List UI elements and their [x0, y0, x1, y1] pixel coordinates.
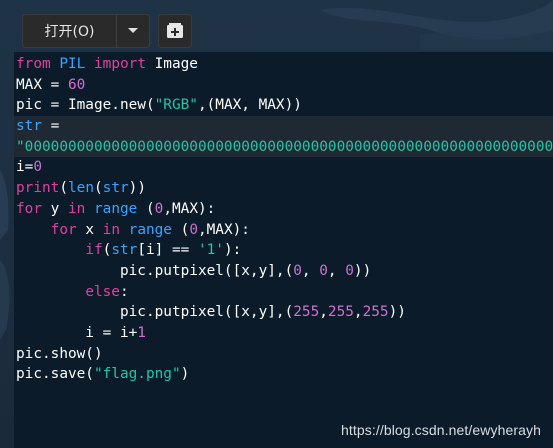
code-token: from — [16, 56, 51, 72]
app-window: 打开(O) from PIL import Image MAX = 60 pic =… — [0, 0, 553, 448]
code-line: for x in range (0,MAX): — [16, 220, 553, 241]
new-tab-plus-icon — [167, 23, 183, 38]
code-token: 60 — [67, 76, 86, 93]
code-token: 0 — [319, 262, 328, 279]
new-tab-button[interactable] — [158, 14, 192, 48]
code-token: ( — [171, 221, 190, 238]
code-token: ( — [94, 180, 103, 197]
code-line: pic.show() — [16, 344, 553, 365]
code-token: , — [353, 304, 363, 321]
code-line: from PIL import Image — [16, 54, 553, 75]
code-token: 0 — [33, 159, 42, 176]
code-token: , — [327, 262, 346, 279]
code-line: str = — [14, 116, 553, 137]
code-token: )) — [128, 180, 146, 197]
code-token: )) — [353, 262, 372, 279]
code-token: range — [128, 221, 172, 238]
code-token: = — [42, 118, 60, 135]
code-token: i = i+ — [16, 324, 138, 341]
code-token: else — [85, 283, 120, 300]
code-line: print(len(str)) — [16, 178, 553, 199]
code-token: MAX = — [16, 76, 68, 93]
code-token: 0 — [293, 262, 302, 279]
code-token: ) — [180, 366, 190, 383]
code-token: 0 — [189, 221, 198, 238]
code-token: ( — [137, 200, 155, 217]
code-token: pic.putpixel([x,y],( — [16, 262, 294, 279]
code-line: pic.putpixel([x,y],(0, 0, 0)) — [16, 261, 553, 282]
code-line: else: — [16, 282, 553, 303]
code-token: ): — [223, 242, 242, 259]
open-dropdown-button[interactable] — [117, 15, 149, 47]
code-token: : — [119, 283, 129, 300]
code-token: "000000000000000000000000000000000000000… — [16, 138, 553, 155]
code-token: pic.putpixel([x,y],( — [16, 304, 294, 321]
code-token: range — [94, 200, 138, 217]
code-token: Image — [145, 56, 198, 72]
code-line: pic.save("flag.png") — [16, 364, 553, 385]
code-content: from PIL import Image MAX = 60 pic = Image… — [14, 54, 553, 385]
code-line: pic = Image.new("RGB",(MAX, MAX)) — [16, 95, 553, 116]
code-token: 255 — [293, 304, 320, 321]
code-token: i= — [16, 159, 34, 176]
code-line: MAX = 60 — [16, 75, 553, 96]
code-line: for y in range (0,MAX): — [16, 199, 553, 220]
code-token: 1 — [137, 324, 146, 341]
code-token: , — [319, 304, 328, 321]
code-line: pic.putpixel([x,y],(255,255,255)) — [16, 302, 553, 323]
code-token: for — [50, 221, 77, 238]
watermark-url: https://blog.csdn.net/ewyherayh — [341, 422, 541, 438]
code-token: 255 — [362, 304, 389, 321]
code-line: if(str[i] == '1'): — [16, 240, 553, 261]
code-token: x — [76, 221, 103, 238]
code-token: pic = Image.new( — [16, 97, 155, 114]
code-token: ( — [102, 242, 112, 259]
code-token: ,(MAX, MAX)) — [197, 97, 302, 114]
code-token: , — [301, 262, 320, 279]
code-token: import — [94, 56, 146, 72]
code-token: "RGB" — [154, 97, 198, 114]
code-token: 0 — [345, 262, 354, 279]
code-token: print — [16, 180, 60, 197]
code-token: '1' — [197, 242, 224, 259]
toolbar: 打开(O) — [0, 0, 553, 50]
code-token: ,MAX): — [163, 200, 216, 217]
code-token: str — [16, 118, 42, 135]
code-token: PIL — [59, 56, 86, 72]
code-token: str — [102, 180, 129, 197]
code-token: in — [68, 200, 86, 217]
code-token: )) — [388, 304, 406, 321]
code-token: ( — [59, 180, 68, 197]
code-token: for — [16, 200, 42, 217]
code-line: i = i+1 — [16, 323, 553, 344]
code-token: if — [85, 242, 103, 259]
code-token: str — [111, 242, 138, 259]
code-token: "flag.png" — [93, 366, 181, 383]
code-line: "000000000000000000000000000000000000000… — [14, 136, 553, 158]
code-token: in — [102, 221, 120, 238]
code-editor[interactable]: from PIL import Image MAX = 60 pic = Image… — [14, 52, 553, 448]
open-button-group: 打开(O) — [22, 14, 150, 48]
code-token: y — [42, 200, 68, 217]
chevron-down-icon — [128, 28, 138, 33]
code-token: [i] == — [137, 242, 198, 259]
code-token: ,MAX): — [197, 221, 250, 238]
code-token: 255 — [327, 304, 354, 321]
code-token: pic.save( — [16, 366, 94, 383]
code-token: len — [68, 180, 94, 197]
code-line: i=0 — [16, 157, 553, 178]
open-button[interactable]: 打开(O) — [23, 15, 117, 47]
code-token: pic.show() — [16, 345, 103, 362]
